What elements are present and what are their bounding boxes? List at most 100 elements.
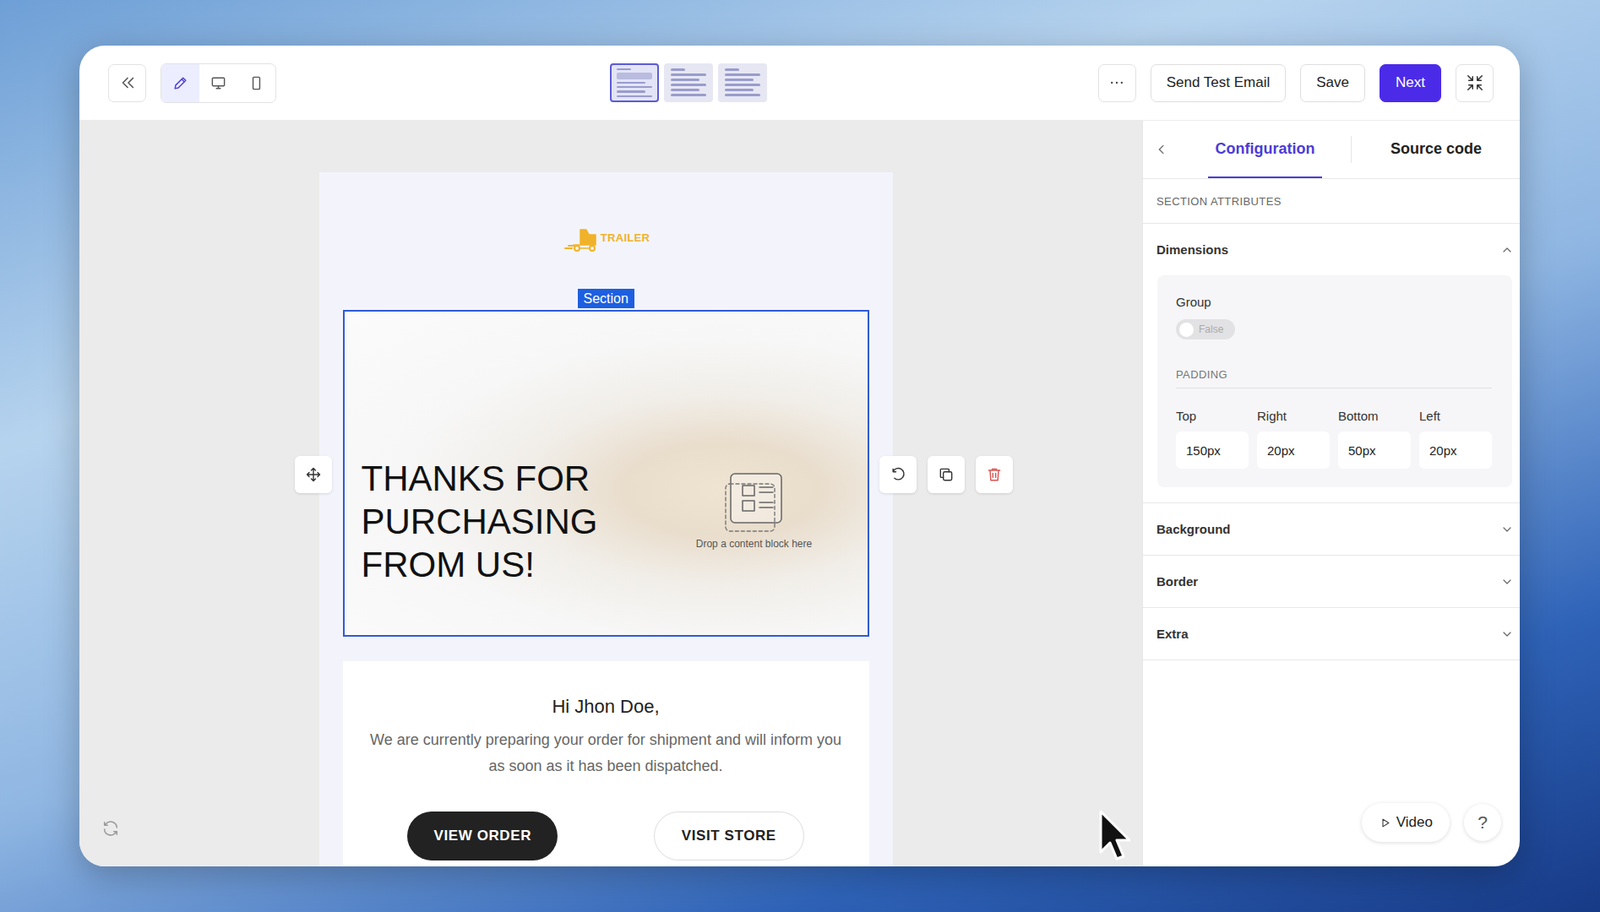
chevron-down-icon [1500,575,1514,589]
dimensions-header[interactable]: Dimensions [1142,223,1520,276]
pencil-icon [172,75,189,92]
settings-panel: Configuration Source codeSECTION ATTRIBUT… [1142,120,1520,867]
padding-field-label: Top [1175,408,1249,424]
attribute-group-header[interactable]: Background [1142,503,1520,556]
send-test-email-button[interactable]: Send Test Email [1150,64,1287,103]
attribute-group-header[interactable]: Extra [1142,608,1520,660]
chevron-down-icon [1500,522,1514,537]
hero-section[interactable]: THANKS FORPURCHASINGFROM US!Drop a conte… [342,310,870,637]
move-handle[interactable] [294,456,332,494]
help-area: Video? [1361,803,1502,843]
padding-field: Top 150px [1175,408,1249,469]
delete-button[interactable] [975,456,1013,494]
panel-tabs: Configuration Source code [1142,120,1520,180]
next-button[interactable]: Next [1379,64,1442,103]
mobile-icon [248,75,265,92]
template-thumbnail[interactable] [609,63,659,103]
toolbar: Send Test Email Save Next [79,45,1520,121]
editor-window: Send Test Email Save Next TRAILER THANKS FOR… [79,45,1520,867]
padding-field: Right 20px [1257,408,1330,469]
trash-icon [985,466,1003,484]
edit-mode-button[interactable] [161,64,200,103]
section-badge: Section [577,288,635,309]
attribute-group: Background [1142,503,1520,556]
hero-heading: THANKS FORPURCHASINGFROM US! [361,457,868,587]
template-thumbnail[interactable] [663,63,713,103]
more-dots-icon [1108,74,1126,92]
mouse-cursor-icon [1098,809,1131,866]
main-area: TRAILER THANKS FORPURCHASINGFROM US!Drop … [79,120,1520,867]
chevron-up-icon [1500,243,1514,257]
hero-heading-line: THANKS FOR [361,457,868,501]
video-label: Video [1396,814,1433,832]
tab-divider [1350,136,1352,164]
move-icon [304,466,322,484]
video-button[interactable]: Video [1361,803,1450,843]
hero-section-wrapper: THANKS FORPURCHASINGFROM US!Drop a conte… [342,310,870,637]
content-block-icon [723,472,785,534]
visit-store-button[interactable]: VISIT STORE [653,811,805,861]
attribute-group: Extra [1142,608,1520,661]
view-mode-switch [160,63,277,104]
padding-field-label: Right [1257,408,1330,424]
email-preview: TRAILER THANKS FORPURCHASINGFROM US!Drop … [319,172,893,867]
padding-input[interactable]: 20px [1419,431,1492,469]
copy-icon [937,466,955,484]
hero-heading-line: PURCHASING [361,500,868,544]
undo-button[interactable] [879,456,917,494]
padding-input[interactable]: 150px [1175,431,1249,469]
refresh-button[interactable] [101,819,120,842]
toolbar-actions: Send Test Email Save Next [1098,64,1494,103]
template-thumbnail[interactable] [718,63,768,103]
padding-input[interactable]: 50px [1338,431,1411,469]
message-card: Hi Jhon Doe, We are currently preparing y… [342,661,870,867]
padding-field: Left 20px [1419,408,1492,469]
panel-back-button[interactable] [1154,120,1181,179]
panel-tab[interactable]: Source code [1351,120,1520,179]
section-attributes-heading: SECTION ATTRIBUTES [1142,179,1520,224]
help-button[interactable]: ? [1463,804,1502,842]
chevron-down-icon [1500,627,1514,642]
duplicate-button[interactable] [927,456,965,494]
save-button[interactable]: Save [1300,64,1366,103]
refresh-icon [101,819,120,839]
group-label: Group [1175,294,1492,310]
padding-field: Bottom 50px [1338,408,1411,469]
attribute-group-label: Background [1156,522,1231,537]
attribute-group: Border [1142,555,1520,609]
padding-field-label: Bottom [1338,408,1411,424]
collapse-icon [1465,73,1485,93]
collapse-button[interactable] [1455,64,1494,103]
attribute-group-header[interactable]: Border [1142,555,1520,608]
mobile-mode-button[interactable] [237,64,276,103]
truck-icon [561,223,599,254]
padding-field-label: Left [1419,408,1492,424]
message: We are currently preparing your order fo… [369,727,843,780]
padding-input[interactable]: 20px [1257,431,1330,469]
dimensions-body: GroupFalsePADDINGTop150pxRight20pxBottom… [1157,275,1513,488]
view-order-button[interactable]: VIEW ORDER [407,811,558,861]
desktop-mode-button[interactable] [199,64,238,103]
padding-fields: Top 150px Right 20px Bottom 50px Left 20px [1175,408,1492,469]
attribute-group-label: Border [1156,574,1198,589]
template-picker [609,63,768,103]
email-canvas: TRAILER THANKS FORPURCHASINGFROM US!Drop … [79,120,1143,867]
double-chevron-left-icon [118,73,137,93]
play-icon [1378,816,1392,830]
drop-hint: Drop a content block here [696,538,812,550]
dimensions-label: Dimensions [1156,242,1229,257]
desktop-icon [210,75,227,92]
dimensions-group: DimensionsGroupFalsePADDINGTop150pxRight… [1142,223,1520,504]
group-toggle[interactable]: False [1175,319,1236,340]
chevron-left-icon [1154,142,1169,157]
logo-text: TRAILER [600,231,650,245]
panel-tab[interactable]: Configuration [1208,120,1323,179]
back-button[interactable] [108,64,147,103]
more-button[interactable] [1098,64,1137,103]
attribute-group-label: Extra [1156,626,1189,642]
toggle-text: False [1198,323,1224,336]
drop-zone: Drop a content block here [682,472,827,550]
toggle-knob [1179,322,1194,338]
greeting: Hi Jhon Doe, [359,695,853,719]
email-buttons: VIEW ORDER VISIT STORE [359,811,853,861]
